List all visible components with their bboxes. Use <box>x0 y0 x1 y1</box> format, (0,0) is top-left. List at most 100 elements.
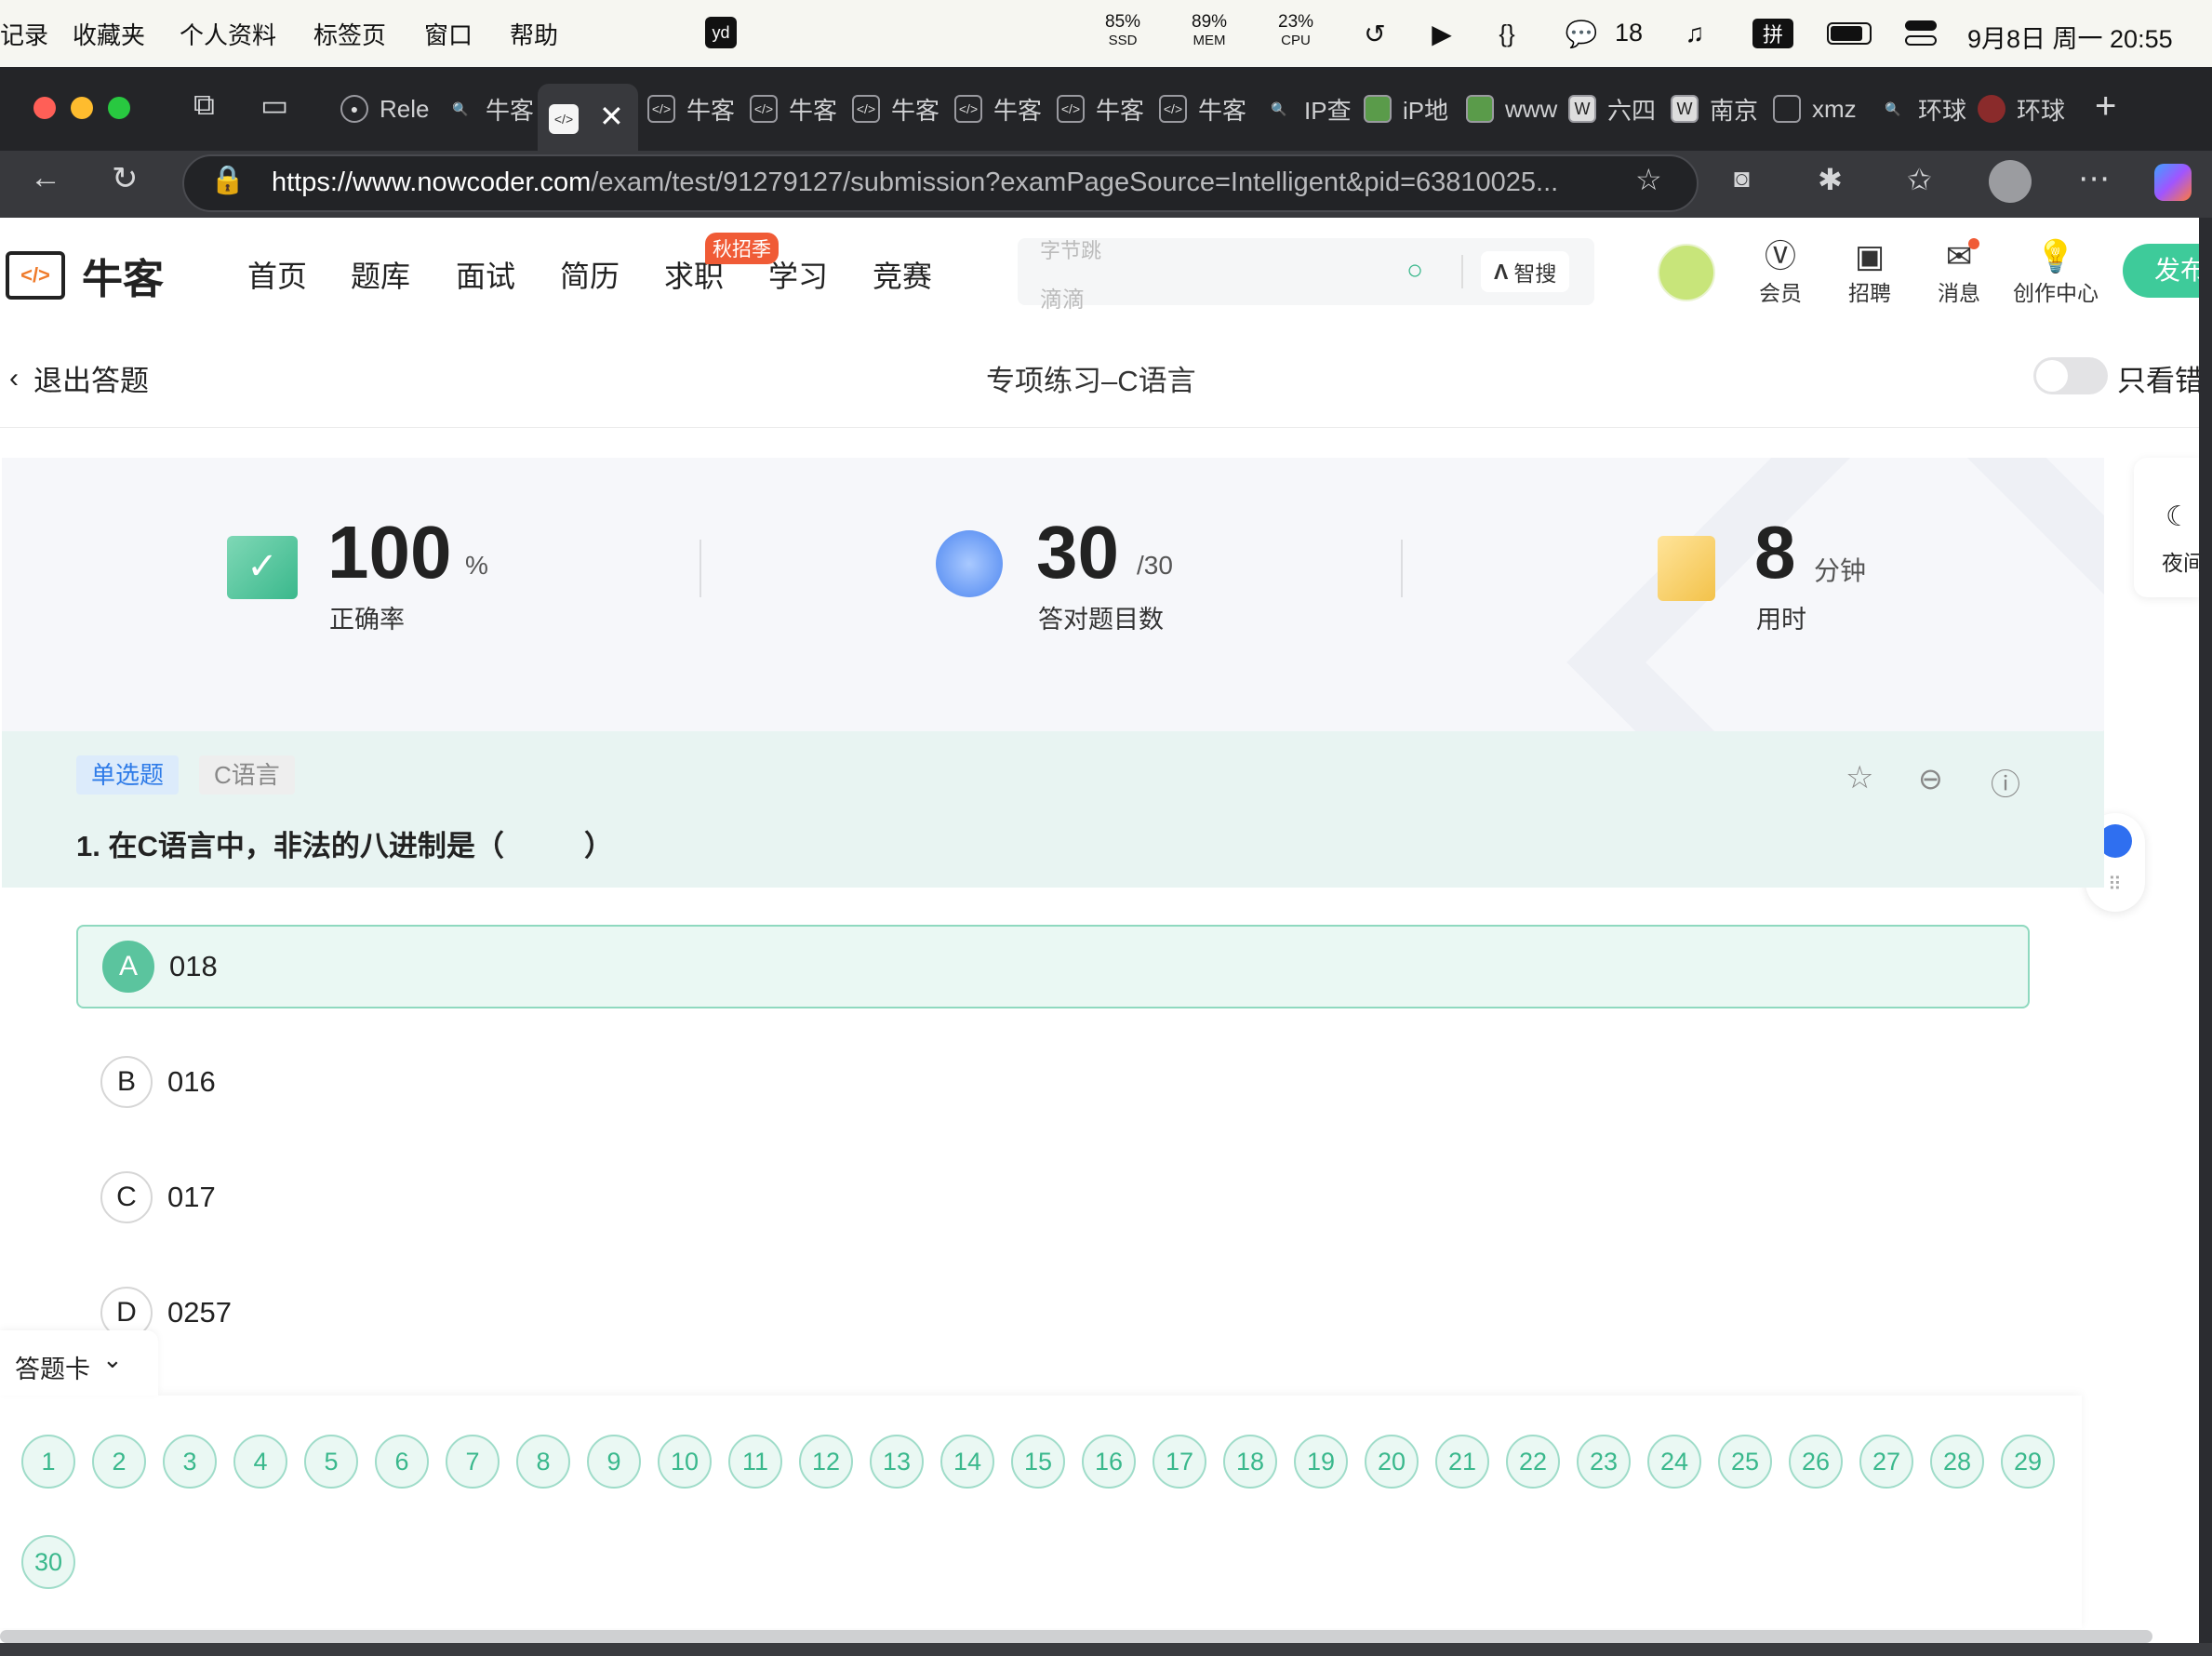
tab[interactable]: </> 牛客 <box>1057 89 1150 128</box>
tab-active[interactable]: </> ✕ <box>538 84 638 151</box>
favorite-star-icon[interactable]: ☆ <box>1635 162 1662 197</box>
question-number-button[interactable]: 12 <box>799 1435 853 1489</box>
airpods-icon[interactable]: ♫ <box>1678 17 1712 50</box>
vertical-scrollbar[interactable] <box>2199 218 2212 1643</box>
minimize-window-button[interactable] <box>71 97 93 119</box>
question-number-button[interactable]: 25 <box>1718 1435 1772 1489</box>
question-number-button[interactable]: 18 <box>1223 1435 1277 1489</box>
question-number-button[interactable]: 22 <box>1506 1435 1560 1489</box>
question-number-button[interactable]: 15 <box>1011 1435 1065 1489</box>
battery-icon[interactable] <box>1827 22 1872 45</box>
profile-avatar-icon[interactable] <box>1989 160 2032 203</box>
option-a[interactable]: A 018 <box>76 925 2030 1008</box>
exit-exam-button[interactable]: ‹ 退出答题 <box>9 357 149 399</box>
question-number-button[interactable]: 9 <box>587 1435 641 1489</box>
question-number-button[interactable]: 5 <box>304 1435 358 1489</box>
tab[interactable]: iP地 <box>1364 89 1457 128</box>
menu-item[interactable]: 收藏夹 <box>73 17 145 51</box>
question-number-button[interactable]: 29 <box>2001 1435 2055 1489</box>
question-number-button[interactable]: 19 <box>1294 1435 1348 1489</box>
menu-item[interactable]: 个人资料 <box>180 17 276 51</box>
search-box[interactable]: 字节跳 滴滴 ○ Λ 智搜 <box>1018 238 1594 313</box>
question-number-button[interactable]: 26 <box>1789 1435 1843 1489</box>
question-number-button[interactable]: 4 <box>233 1435 287 1489</box>
new-tab-icon[interactable]: + <box>2095 86 2116 127</box>
tab[interactable]: www <box>1466 89 1559 128</box>
user-avatar[interactable] <box>1658 244 1715 301</box>
question-number-button[interactable]: 27 <box>1859 1435 1913 1489</box>
option-d[interactable]: D 0257 <box>76 1271 2030 1355</box>
search-icon[interactable]: ○ <box>1406 255 1423 287</box>
ai-search-button[interactable]: Λ 智搜 <box>1481 251 1570 292</box>
youdao-icon[interactable]: yd <box>705 17 737 48</box>
tab[interactable]: </> 牛客 <box>954 89 1047 128</box>
history-icon[interactable]: ↺ <box>1358 17 1392 50</box>
answer-card-toggle[interactable]: 答题卡 ⌄ <box>0 1330 158 1396</box>
question-number-button[interactable]: 13 <box>870 1435 924 1489</box>
tab[interactable]: 🔍 牛客 <box>446 89 536 128</box>
question-number-button[interactable]: 3 <box>163 1435 217 1489</box>
nav-interview[interactable]: 面试 <box>456 253 515 296</box>
wechat-icon[interactable]: 💬 <box>1565 17 1598 50</box>
question-number-button[interactable]: 2 <box>92 1435 146 1489</box>
more-icon[interactable]: ⋯ <box>2078 160 2110 197</box>
option-b[interactable]: B 016 <box>76 1040 2030 1124</box>
input-method-icon[interactable]: 拼 <box>1752 19 1793 48</box>
message-button[interactable]: ✉ 消息 <box>1922 238 1996 307</box>
horizontal-scrollbar[interactable] <box>0 1630 2152 1643</box>
publish-button[interactable]: 发布 <box>2123 244 2199 298</box>
tab[interactable]: ● Rele <box>340 89 432 128</box>
copilot-icon[interactable] <box>2154 164 2192 201</box>
option-c[interactable]: C 017 <box>76 1155 2030 1239</box>
question-number-button[interactable]: 8 <box>516 1435 570 1489</box>
reload-icon[interactable]: ↻ <box>112 160 139 197</box>
drag-handle-icon[interactable]: ⠿ <box>2108 873 2122 896</box>
nav-contest[interactable]: 竞赛 <box>873 253 932 296</box>
nav-resume[interactable]: 简历 <box>560 253 620 296</box>
tab[interactable]: 🔍 环球 <box>1879 89 1972 128</box>
tab[interactable]: </> 牛客 <box>647 89 740 128</box>
favorites-icon[interactable]: ✩ <box>1907 162 1932 197</box>
question-number-button[interactable]: 24 <box>1647 1435 1701 1489</box>
close-tab-icon[interactable]: ✕ <box>599 99 624 134</box>
tab[interactable]: W 南京 <box>1671 89 1764 128</box>
nav-learn[interactable]: 学习 <box>768 253 828 296</box>
vip-button[interactable]: Ⓥ 会员 <box>1743 238 1818 307</box>
tab[interactable]: xmz <box>1773 89 1866 128</box>
tab[interactable]: </> 牛客 <box>750 89 843 128</box>
workspaces-icon[interactable]: ⧉ <box>193 87 215 123</box>
extensions-icon[interactable]: ✱ <box>1818 162 1843 197</box>
lock-icon[interactable]: 🔒 <box>210 164 245 196</box>
star-icon[interactable]: ☆ <box>1846 759 1873 796</box>
question-number-button[interactable]: 11 <box>728 1435 782 1489</box>
question-number-button[interactable]: 7 <box>446 1435 500 1489</box>
url-text[interactable]: https://www.nowcoder.com/exam/test/91279… <box>272 167 1558 198</box>
tab[interactable]: </> 牛客 <box>852 89 945 128</box>
minus-circle-icon[interactable]: ⊖ <box>1918 761 1943 796</box>
night-mode-button[interactable]: ☾ 夜间 <box>2134 458 2199 597</box>
question-number-button[interactable]: 6 <box>375 1435 429 1489</box>
wrong-only-toggle[interactable] <box>2033 357 2108 394</box>
tab[interactable]: </> 牛客 <box>1159 89 1252 128</box>
menu-item[interactable]: 帮助 <box>510 17 558 51</box>
question-number-button[interactable]: 30 <box>21 1535 75 1589</box>
play-icon[interactable]: ▶ <box>1425 17 1459 50</box>
back-icon[interactable]: ← <box>30 160 61 196</box>
tab[interactable]: W 六四 <box>1568 89 1661 128</box>
close-window-button[interactable] <box>33 97 56 119</box>
menu-item[interactable]: 窗口 <box>424 17 473 51</box>
question-number-button[interactable]: 28 <box>1930 1435 1984 1489</box>
question-number-button[interactable]: 21 <box>1435 1435 1489 1489</box>
tab[interactable]: 环球 <box>1978 89 2071 128</box>
report-icon[interactable]: ⓘ <box>1991 761 2020 804</box>
menu-item[interactable]: 记录 <box>0 17 48 51</box>
question-number-button[interactable]: 14 <box>940 1435 994 1489</box>
maximize-window-button[interactable] <box>108 97 130 119</box>
reader-mode-icon[interactable]: ◙ <box>1734 164 1750 194</box>
question-number-button[interactable]: 10 <box>658 1435 712 1489</box>
braces-icon[interactable]: {} <box>1490 17 1524 50</box>
tab[interactable]: 🔍 IP查 <box>1265 89 1358 128</box>
question-number-button[interactable]: 20 <box>1365 1435 1419 1489</box>
question-number-button[interactable]: 17 <box>1153 1435 1206 1489</box>
question-number-button[interactable]: 23 <box>1577 1435 1631 1489</box>
